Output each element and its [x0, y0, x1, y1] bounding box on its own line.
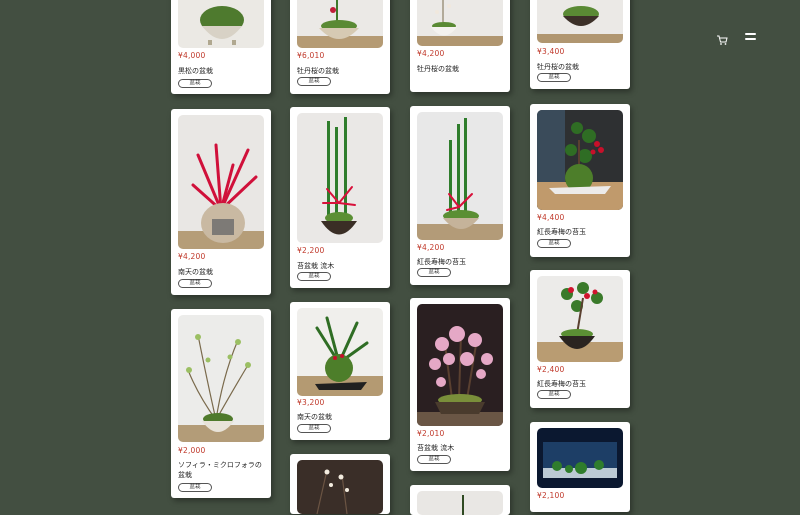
product-price: ¥2,100	[537, 491, 565, 500]
product-card[interactable]: ¥2,000 ソフィラ・ミクロフォラの盆栽 盆栽	[171, 309, 271, 498]
category-tag[interactable]: 盆栽	[178, 279, 212, 288]
product-name: 南天の盆栽	[297, 413, 332, 421]
product-card[interactable]: ¥2,200 苔盆栽 流木 盆栽	[290, 107, 390, 288]
product-image	[417, 0, 503, 46]
product-price: ¥2,200	[297, 246, 325, 255]
category-tag[interactable]: 盆栽	[537, 73, 571, 82]
product-price: ¥2,000	[178, 446, 206, 455]
product-price: ¥3,200	[297, 398, 325, 407]
product-name: 紅長寿梅の苔玉	[537, 380, 586, 388]
product-card[interactable]: ¥2,400 紅長寿梅の苔玉 盆栽	[530, 270, 630, 408]
product-image	[178, 115, 264, 249]
product-price: ¥4,200	[178, 252, 206, 261]
product-image	[178, 0, 264, 48]
product-image	[417, 304, 503, 426]
product-card[interactable]	[290, 454, 390, 514]
product-card[interactable]: ¥3,200 南天の盆栽 盆栽	[290, 302, 390, 440]
category-tag[interactable]: 盆栽	[297, 77, 331, 86]
product-card[interactable]: ¥4,200 南天の盆栽 盆栽	[171, 109, 271, 295]
product-price: ¥4,000	[178, 51, 206, 60]
product-card[interactable]: ¥6,010 牡丹桜の盆栽 盆栽	[290, 0, 390, 94]
product-name: 南天の盆栽	[178, 268, 213, 276]
product-name: ソフィラ・ミクロフォラの盆栽	[178, 461, 262, 479]
product-image	[537, 428, 623, 488]
category-tag[interactable]: 盆栽	[537, 390, 571, 399]
menu-button[interactable]	[745, 33, 756, 42]
product-image	[297, 460, 383, 514]
category-tag[interactable]: 盆栽	[417, 268, 451, 277]
header-icons	[716, 31, 766, 45]
product-name: 紅長寿梅の苔玉	[417, 258, 466, 266]
product-image	[297, 113, 383, 243]
product-name: 牡丹桜の盆栽	[537, 63, 579, 71]
product-price: ¥4,200	[417, 243, 445, 252]
product-card[interactable]: ¥4,200 紅長寿梅の苔玉 盆栽	[410, 106, 510, 285]
product-name: 黒松の盆栽	[178, 67, 213, 75]
product-card[interactable]: ¥4,200 牡丹桜の盆栽	[410, 0, 510, 92]
category-tag[interactable]: 盆栽	[297, 424, 331, 433]
category-tag[interactable]: 盆栽	[178, 79, 212, 88]
cart-icon	[717, 35, 728, 45]
product-name: 牡丹桜の盆栽	[417, 65, 459, 73]
product-image	[417, 112, 503, 240]
product-image	[297, 308, 383, 396]
product-name: 紅長寿梅の苔玉	[537, 228, 586, 236]
category-tag[interactable]: 盆栽	[178, 483, 212, 492]
product-image	[537, 110, 623, 210]
product-image	[297, 0, 383, 48]
product-image	[537, 276, 623, 362]
product-card[interactable]: ¥4,400 紅長寿梅の苔玉 盆栽	[530, 104, 630, 257]
product-price: ¥3,400	[537, 47, 565, 56]
product-card[interactable]: ¥2,010 苔盆栽 流木 盆栽	[410, 298, 510, 471]
product-card[interactable]: ¥4,000 黒松の盆栽 盆栽	[171, 0, 271, 94]
menu-icon	[745, 33, 756, 35]
product-card[interactable]	[410, 485, 510, 515]
product-price: ¥2,010	[417, 429, 445, 438]
product-price: ¥6,010	[297, 51, 325, 60]
product-price: ¥4,200	[417, 49, 445, 58]
product-card[interactable]: ¥3,400 牡丹桜の盆栽 盆栽	[530, 0, 630, 89]
product-name: 苔盆栽 流木	[417, 444, 455, 452]
cart-button[interactable]	[716, 31, 728, 45]
product-card[interactable]: ¥2,100	[530, 422, 630, 512]
category-tag[interactable]: 盆栽	[417, 455, 451, 464]
product-name: 牡丹桜の盆栽	[297, 67, 339, 75]
product-image	[537, 0, 623, 43]
product-image	[178, 315, 264, 442]
product-image	[417, 491, 503, 515]
category-tag[interactable]: 盆栽	[297, 272, 331, 281]
product-price: ¥2,400	[537, 365, 565, 374]
product-name: 苔盆栽 流木	[297, 262, 335, 270]
category-tag[interactable]: 盆栽	[537, 239, 571, 248]
product-price: ¥4,400	[537, 213, 565, 222]
